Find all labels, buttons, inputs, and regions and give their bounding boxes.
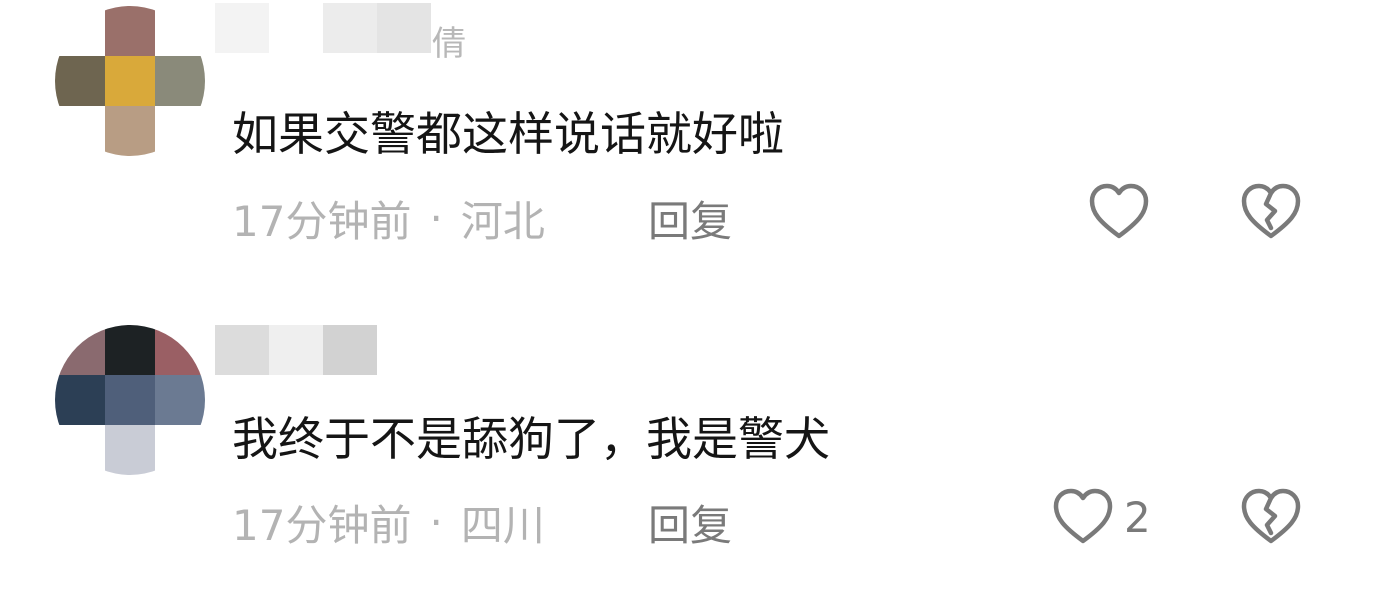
name-tile: [215, 325, 269, 375]
avatar[interactable]: [55, 325, 205, 475]
avatar-tile: [105, 6, 155, 56]
meta-separator: ·: [429, 498, 443, 547]
username-mosaic[interactable]: [215, 325, 431, 375]
like-count: 2: [1124, 492, 1151, 542]
comment-time: 17分钟前: [232, 197, 412, 246]
heart-outline-icon: [1089, 183, 1149, 239]
heart-outline-icon: [1053, 488, 1113, 544]
avatar-tile: [155, 56, 205, 106]
name-tile: [323, 325, 377, 375]
like-button[interactable]: [1088, 182, 1160, 242]
avatar-tile: [105, 56, 155, 106]
avatar-tile: [55, 375, 105, 425]
avatar-tile: [155, 325, 205, 375]
avatar-tile: [105, 325, 155, 375]
name-tile: [215, 3, 269, 53]
avatar-tile: [105, 425, 155, 475]
avatar-tile: [55, 6, 105, 56]
name-tile: [377, 325, 431, 375]
avatar-tile: [155, 106, 205, 156]
avatar-tile: [155, 425, 205, 475]
username-visible-part[interactable]: 倩: [432, 16, 466, 65]
avatar-tile: [155, 375, 205, 425]
avatar-tile: [155, 6, 205, 56]
avatar[interactable]: [55, 6, 205, 156]
dislike-button[interactable]: [1240, 487, 1302, 551]
comment-location: 四川: [460, 501, 545, 550]
like-button[interactable]: 2: [1052, 487, 1151, 547]
avatar-tile: [105, 106, 155, 156]
comment-item: 倩 如果交警都这样说话就好啦 17分钟前 · 河北 回复: [0, 0, 1374, 300]
comment-meta: 17分钟前 · 四川: [232, 492, 545, 553]
name-tile: [377, 3, 431, 53]
username-mosaic[interactable]: [215, 3, 431, 53]
comment-text: 如果交警都这样说话就好啦: [232, 107, 784, 161]
avatar-tile: [55, 325, 105, 375]
avatar-tile: [105, 375, 155, 425]
comment-text: 我终于不是舔狗了，我是警犬: [232, 412, 830, 466]
reply-button[interactable]: 回复: [648, 188, 732, 249]
name-tile: [323, 3, 377, 53]
avatar-tile: [55, 56, 105, 106]
broken-heart-icon: [1241, 488, 1301, 544]
avatar-tile: [55, 425, 105, 475]
comment-location: 河北: [460, 197, 545, 246]
broken-heart-icon: [1241, 183, 1301, 239]
name-tile: [269, 3, 323, 53]
dislike-button[interactable]: [1240, 182, 1302, 246]
name-tile: [269, 325, 323, 375]
comment-time: 17分钟前: [232, 501, 412, 550]
avatar-tile: [55, 106, 105, 156]
comment-meta: 17分钟前 · 河北: [232, 188, 545, 249]
comment-item: 我终于不是舔狗了，我是警犬 17分钟前 · 四川 回复 2: [0, 300, 1374, 591]
meta-separator: ·: [429, 194, 443, 243]
reply-button[interactable]: 回复: [648, 492, 732, 553]
